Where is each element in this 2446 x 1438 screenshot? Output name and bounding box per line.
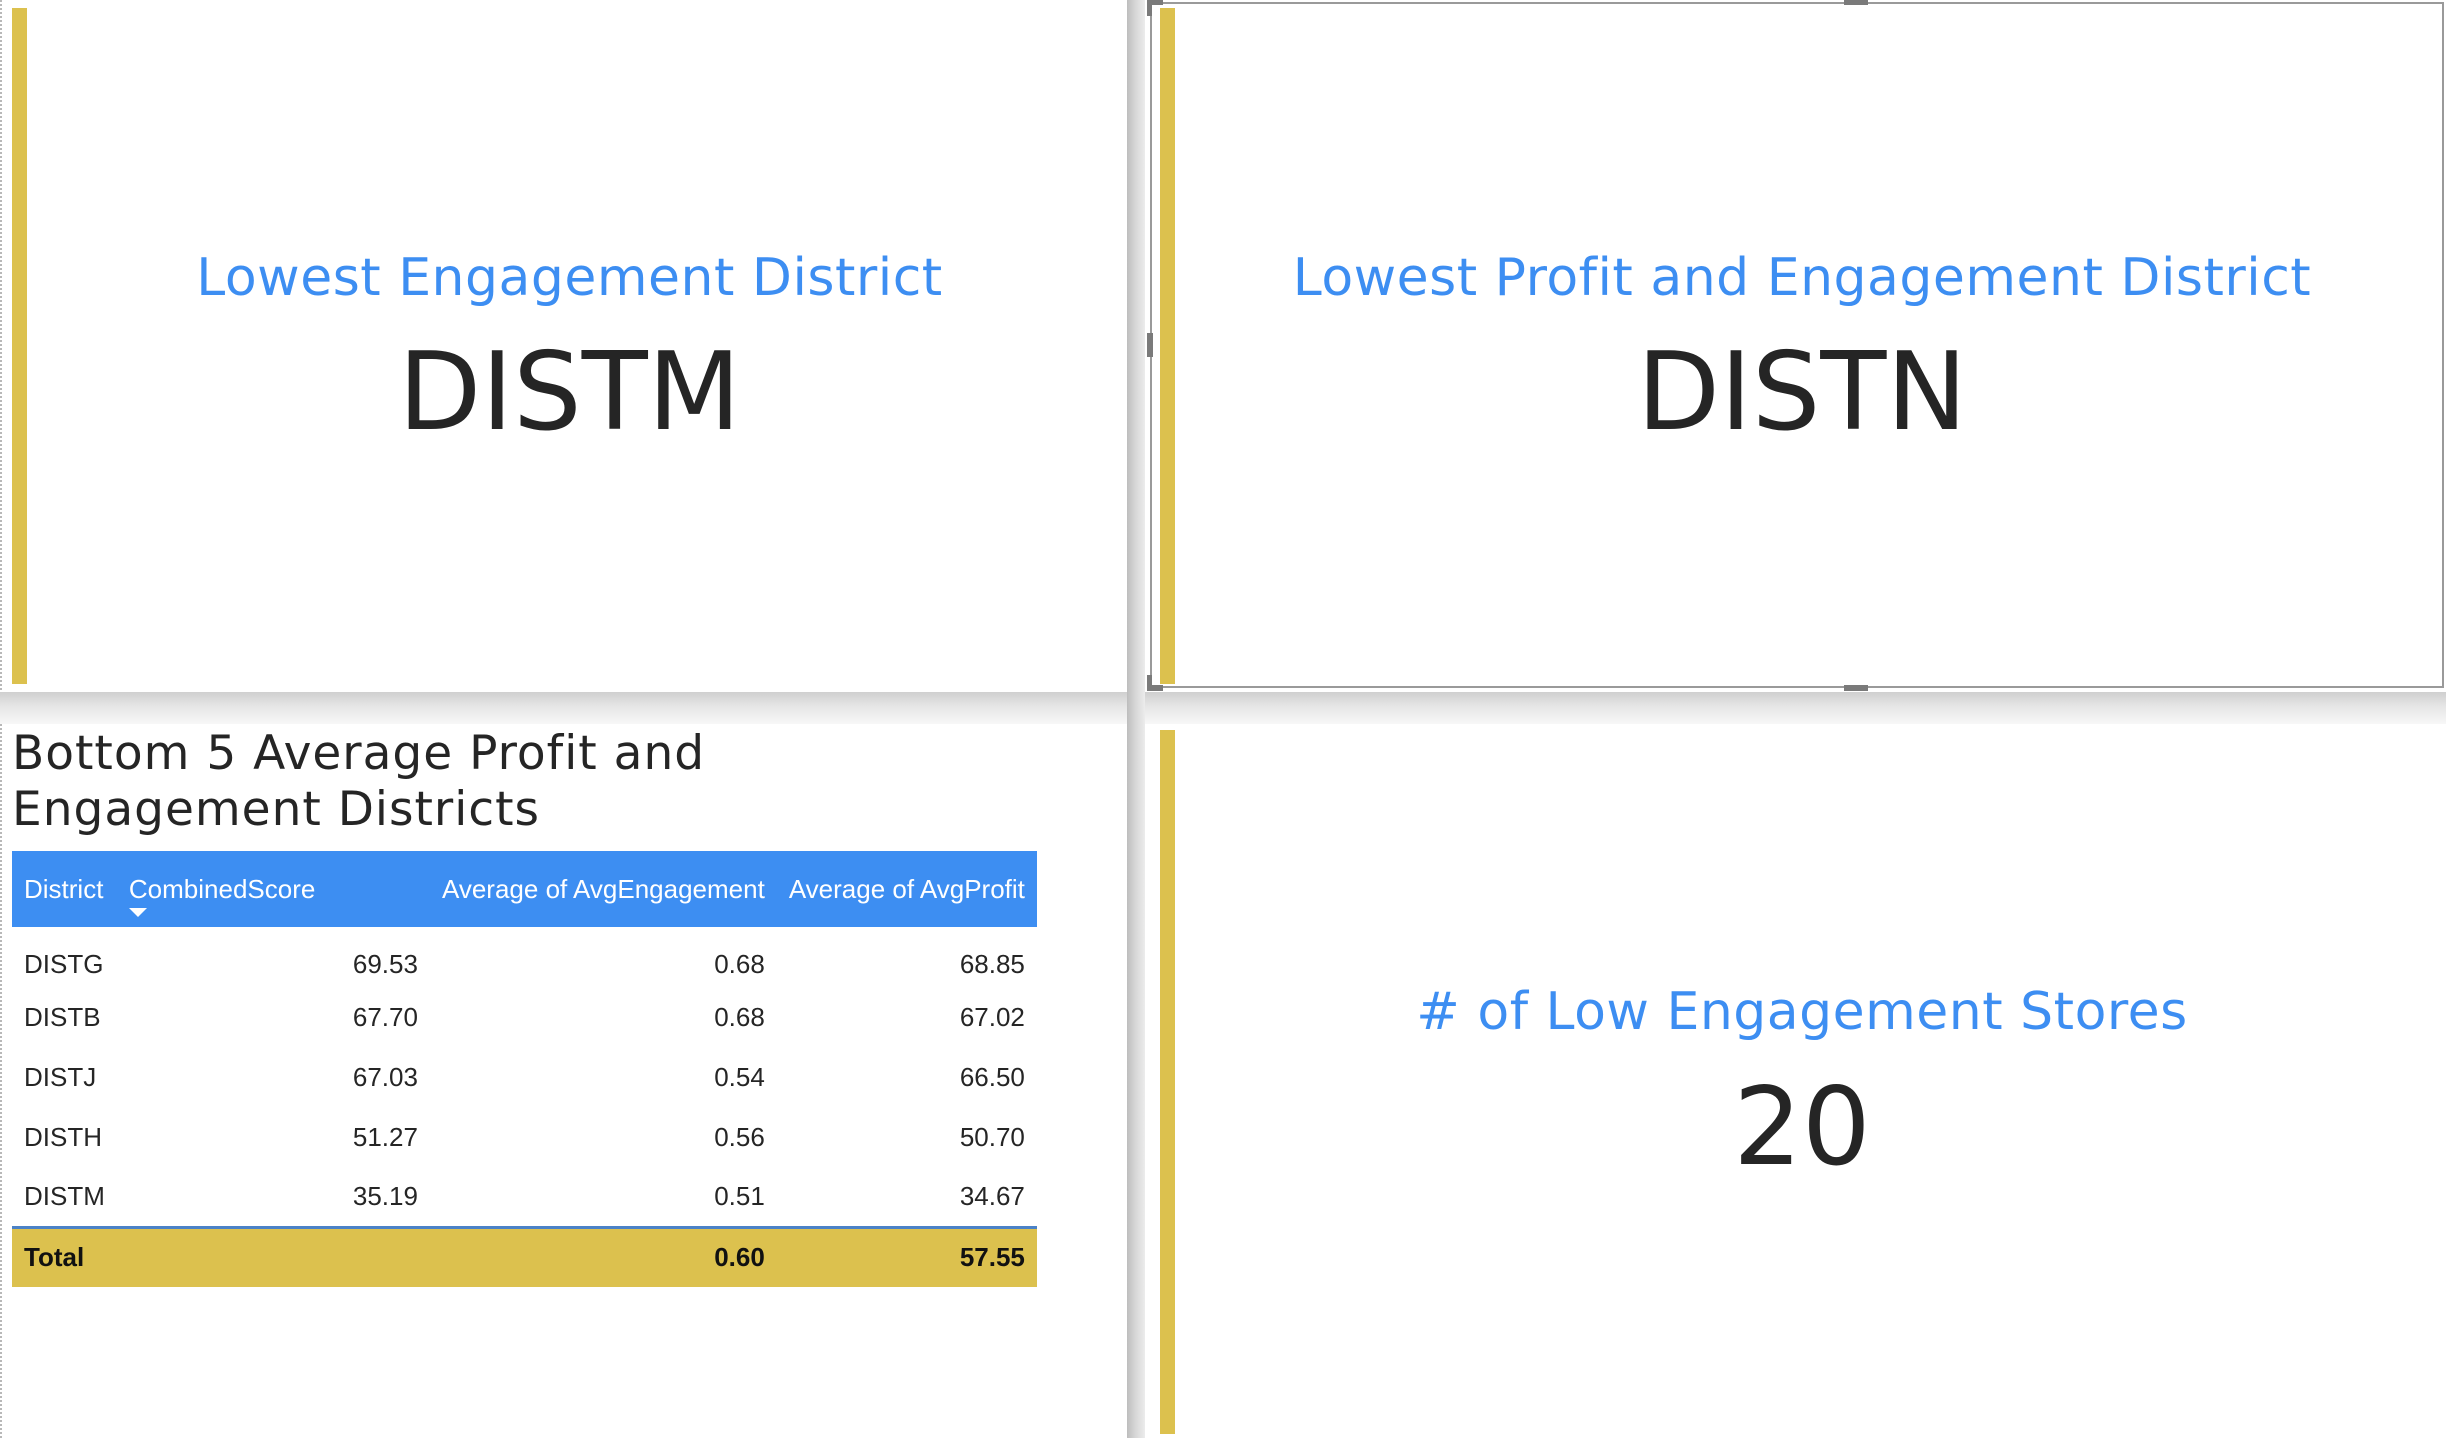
canvas-gutter-vertical [1127,0,1145,1438]
cell-avg-engagement: 0.68 [714,1001,765,1032]
cell-district: DISTJ [24,1061,97,1092]
card-value: 20 [1733,1065,1871,1190]
cell-avg-profit: 34.67 [959,1180,1025,1211]
table-title: Bottom 5 Average Profit and Engagement D… [12,726,706,837]
cell-combined-score: 69.53 [352,948,418,979]
cell-avg-profit: 67.02 [959,1001,1025,1032]
column-header-label: CombinedScore [128,873,316,904]
total-label: Total [24,1242,85,1273]
table-row[interactable]: DISTB 67.70 0.68 67.02 [12,987,1037,1047]
cell-combined-score: 67.03 [352,1061,418,1092]
card-title: Lowest Profit and Engagement District [1292,248,2312,308]
cell-district: DISTH [24,1121,102,1152]
cell-combined-score: 67.70 [352,1001,418,1032]
data-table[interactable]: District CombinedScore Average of AvgEng… [12,851,1037,1287]
card-title: Lowest Engagement District [196,248,943,308]
table-row[interactable]: DISTJ 67.03 0.54 66.50 [12,1047,1037,1107]
resize-handle-left[interactable] [1147,333,1153,357]
cell-district: DISTB [24,1001,101,1032]
column-header-combinedscore[interactable]: CombinedScore [117,851,430,927]
column-header-district[interactable]: District [12,851,117,927]
total-avg-engagement: 0.60 [714,1242,765,1273]
cell-avg-profit: 50.70 [959,1121,1025,1152]
table-header-row: District CombinedScore Average of AvgEng… [12,851,1037,927]
table-row[interactable]: DISTG 69.53 0.68 68.85 [12,927,1037,987]
card-value: DISTM [398,330,741,455]
canvas-gutter-horizontal [0,692,2446,724]
cell-avg-engagement: 0.68 [714,948,765,979]
cell-combined-score: 51.27 [352,1121,418,1152]
table-row[interactable]: DISTH 51.27 0.56 50.70 [12,1107,1037,1167]
cell-avg-profit: 66.50 [959,1061,1025,1092]
cell-avg-engagement: 0.56 [714,1121,765,1152]
card-lowest-profit-engagement-district[interactable]: Lowest Profit and Engagement District DI… [1160,8,2444,684]
total-combined-score [117,1227,430,1287]
report-canvas: Lowest Engagement District DISTM Lowest … [0,0,2446,1438]
cell-avg-engagement: 0.54 [714,1061,765,1092]
resize-handle-top-left-v[interactable] [1147,0,1152,16]
card-low-engagement-stores[interactable]: # of Low Engagement Stores 20 [1160,730,2444,1436]
table-row[interactable]: DISTM 35.19 0.51 34.67 [12,1167,1037,1227]
card-lowest-engagement-district[interactable]: Lowest Engagement District DISTM [12,8,1127,684]
column-header-avg-engagement[interactable]: Average of AvgEngagement [430,851,777,927]
column-header-avg-profit[interactable]: Average of AvgProfit [777,851,1037,927]
cell-avg-profit: 68.85 [959,948,1025,979]
card-value: DISTN [1636,330,1968,455]
sort-descending-icon [128,908,147,917]
resize-handle-bottom-left-v[interactable] [1147,675,1152,691]
table-total-row: Total 0.60 57.55 [12,1227,1037,1287]
cell-district: DISTG [24,948,104,979]
card-title: # of Low Engagement Stores [1416,982,2188,1042]
resize-handle-top[interactable] [1844,0,1868,5]
cell-combined-score: 35.19 [352,1180,418,1211]
resize-handle-bottom[interactable] [1844,685,1868,691]
cell-avg-engagement: 0.51 [714,1180,765,1211]
cell-district: DISTM [24,1180,105,1211]
total-avg-profit: 57.55 [959,1242,1025,1273]
